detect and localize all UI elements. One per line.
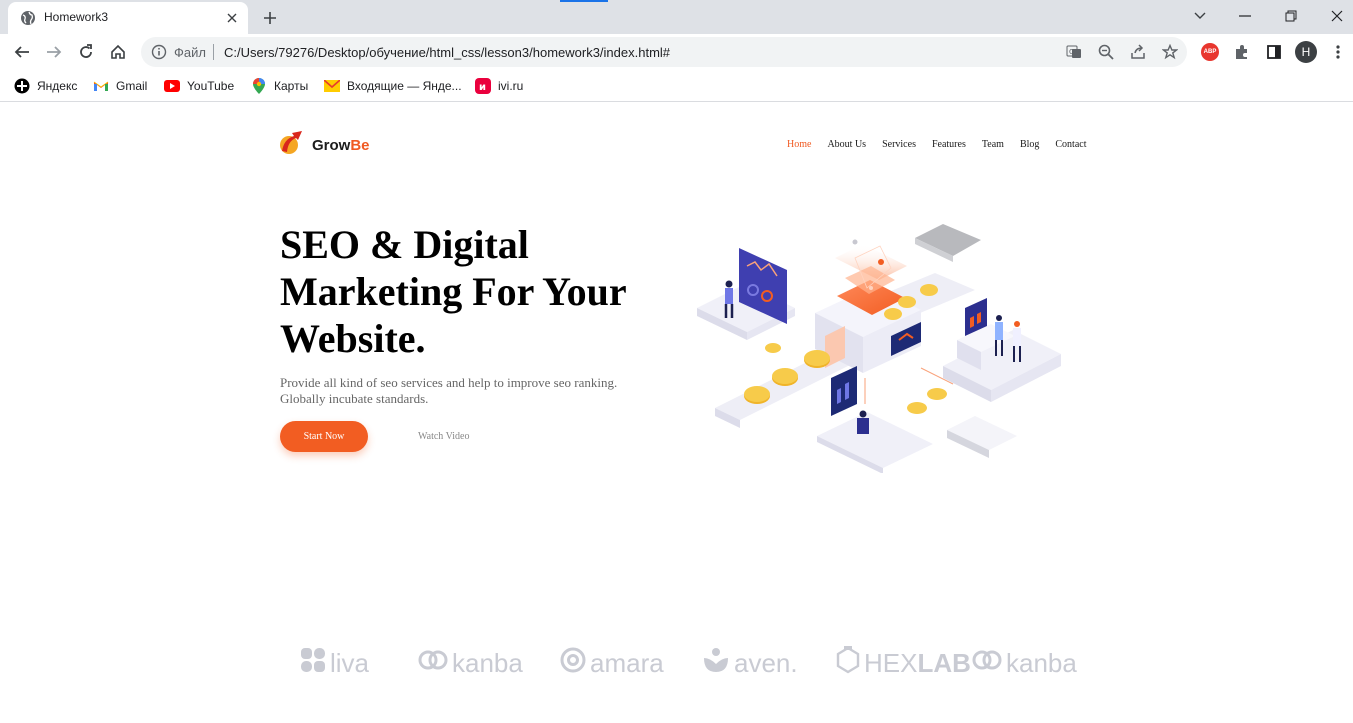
aven-logo-icon bbox=[702, 646, 730, 681]
growbe-logo-icon bbox=[278, 129, 304, 162]
url-text[interactable]: C:/Users/79276/Desktop/обучение/html_css… bbox=[224, 45, 670, 60]
bookmark-label: ivi.ru bbox=[498, 79, 524, 93]
globe-icon bbox=[20, 10, 36, 26]
bookmark-label: Карты bbox=[274, 79, 309, 93]
tab-strip-accent bbox=[560, 0, 608, 2]
menu-dots-icon[interactable] bbox=[1327, 41, 1349, 63]
partner-name: kanba bbox=[452, 647, 523, 678]
liva-logo-icon bbox=[300, 647, 326, 680]
svg-text:G: G bbox=[1069, 48, 1074, 56]
bookmark-inbox[interactable]: Входящие — Янде... bbox=[324, 76, 462, 96]
partner-amara: amara bbox=[560, 643, 664, 683]
nav-blog[interactable]: Blog bbox=[1020, 139, 1039, 150]
url-scheme-label: Файл bbox=[174, 45, 206, 60]
bookmark-yandex[interactable]: Яндекс bbox=[14, 76, 77, 96]
nav-home[interactable]: Home bbox=[787, 139, 811, 150]
site-info-icon[interactable] bbox=[151, 44, 167, 60]
ivi-icon: и bbox=[475, 78, 491, 94]
reload-icon[interactable] bbox=[72, 38, 100, 66]
adblock-badge: ABP bbox=[1201, 43, 1219, 61]
brand-name: GrowBe bbox=[312, 137, 370, 154]
tab-title: Homework3 bbox=[44, 10, 109, 24]
tab-search-chevron-icon[interactable] bbox=[1187, 4, 1213, 28]
partner-name: HEXLAB bbox=[864, 647, 971, 678]
partner-liva: liva bbox=[300, 643, 369, 683]
nav-features[interactable]: Features bbox=[932, 139, 966, 150]
profile-initial: H bbox=[1295, 41, 1317, 63]
partner-name: kanba bbox=[1006, 647, 1077, 678]
hexlab-logo-icon bbox=[836, 645, 860, 681]
youtube-icon bbox=[164, 78, 180, 94]
partner-aven: aven. bbox=[702, 643, 798, 683]
nav-services[interactable]: Services bbox=[882, 139, 916, 150]
watch-video-button[interactable]: Watch Video bbox=[418, 431, 469, 442]
partner-kanba: kanba bbox=[418, 643, 523, 683]
amara-logo-icon bbox=[560, 647, 586, 680]
bookmark-label: Яндекс bbox=[37, 79, 78, 93]
start-now-button[interactable]: Start Now bbox=[280, 421, 368, 452]
svg-text:и: и bbox=[479, 82, 486, 93]
hero-title: SEO & Digital Marketing For Your Website… bbox=[280, 222, 626, 361]
browser-tab[interactable]: Homework3 bbox=[8, 2, 248, 34]
adblock-plus-icon[interactable]: ABP bbox=[1199, 41, 1221, 63]
page-content: GrowBe Home About Us Services Features T… bbox=[0, 103, 1353, 723]
bookmark-ivi[interactable]: и ivi.ru bbox=[475, 76, 523, 96]
new-tab-icon[interactable] bbox=[258, 6, 282, 30]
profile-avatar[interactable]: H bbox=[1295, 41, 1317, 63]
zoom-icon[interactable] bbox=[1097, 43, 1115, 61]
main-nav: Home About Us Services Features Team Blo… bbox=[787, 139, 1087, 150]
forward-arrow-icon[interactable] bbox=[40, 38, 68, 66]
partner-logos: liva kanba amara aven. HEXLAB kanba bbox=[296, 643, 1086, 683]
bookmark-maps[interactable]: Карты bbox=[251, 76, 308, 96]
site-logo[interactable]: GrowBe bbox=[278, 129, 370, 162]
bookmark-gmail[interactable]: Gmail bbox=[93, 76, 147, 96]
partner-hexlab: HEXLAB bbox=[836, 643, 971, 683]
share-icon[interactable] bbox=[1129, 43, 1147, 61]
bookmark-label: YouTube bbox=[187, 79, 235, 93]
close-tab-icon[interactable] bbox=[222, 8, 242, 28]
restore-icon[interactable] bbox=[1278, 4, 1304, 28]
partner-name: liva bbox=[330, 647, 370, 678]
kanba-logo-icon bbox=[972, 647, 1002, 680]
nav-about-us[interactable]: About Us bbox=[827, 139, 866, 150]
close-window-icon[interactable] bbox=[1324, 4, 1350, 28]
kanba-logo-icon bbox=[418, 647, 448, 680]
bookmark-label: Gmail bbox=[116, 79, 148, 93]
nav-team[interactable]: Team bbox=[982, 139, 1004, 150]
side-panel-icon[interactable] bbox=[1263, 41, 1285, 63]
minimize-icon[interactable] bbox=[1232, 4, 1258, 28]
tab-strip: Homework3 bbox=[0, 0, 1353, 34]
mail-icon bbox=[324, 78, 340, 94]
bookmarks-bar: Яндекс Gmail YouTube Карты Входящие — Ян… bbox=[0, 70, 1353, 102]
gmail-icon bbox=[93, 78, 109, 94]
translate-icon[interactable]: G bbox=[1065, 43, 1083, 61]
extensions-puzzle-icon[interactable] bbox=[1231, 41, 1253, 63]
hero-illustration bbox=[697, 224, 1061, 473]
hero-description: Provide all kind of seo services and hel… bbox=[280, 375, 618, 406]
browser-toolbar: Файл C:/Users/79276/Desktop/обучение/htm… bbox=[0, 34, 1353, 70]
yandex-icon bbox=[14, 78, 30, 94]
address-bar[interactable]: Файл C:/Users/79276/Desktop/обучение/htm… bbox=[141, 37, 1187, 67]
partner-kanba-2: kanba bbox=[972, 643, 1077, 683]
nav-contact[interactable]: Contact bbox=[1055, 139, 1086, 150]
bookmark-star-icon[interactable] bbox=[1161, 43, 1179, 61]
partner-name: aven. bbox=[734, 647, 798, 678]
maps-icon bbox=[251, 78, 267, 94]
bookmark-youtube[interactable]: YouTube bbox=[164, 76, 234, 96]
home-icon[interactable] bbox=[104, 38, 132, 66]
url-separator bbox=[213, 44, 214, 60]
partner-name: amara bbox=[590, 647, 664, 678]
bookmark-label: Входящие — Янде... bbox=[347, 79, 462, 93]
back-arrow-icon[interactable] bbox=[8, 38, 36, 66]
